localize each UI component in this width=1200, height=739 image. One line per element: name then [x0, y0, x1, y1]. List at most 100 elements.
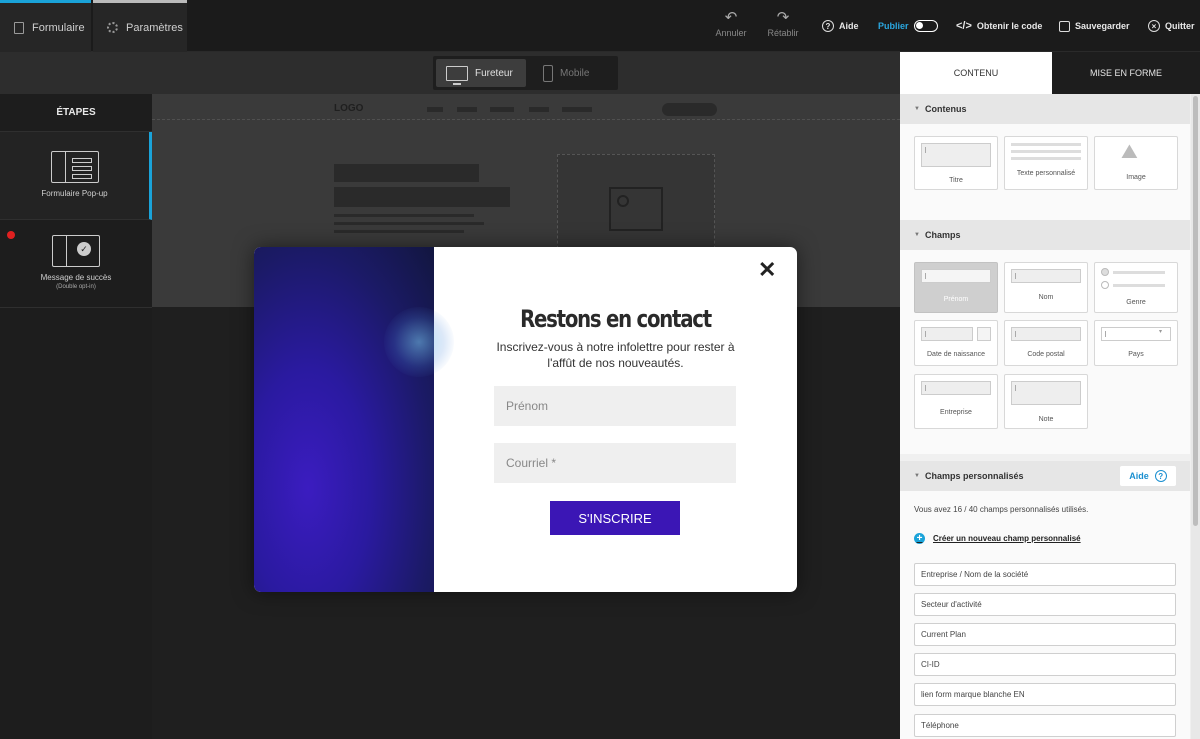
- ghost-nav-link: [529, 107, 549, 112]
- subscribe-button[interactable]: S'INSCRIRE: [550, 501, 680, 535]
- get-code-button[interactable]: </> Obtenir le code: [956, 0, 1042, 52]
- custom-field-item[interactable]: CI-ID: [914, 653, 1176, 676]
- tile-nom-label: Nom: [1038, 294, 1054, 301]
- warning-dot: [7, 231, 15, 239]
- tab-parametres-label: Paramètres: [126, 21, 183, 34]
- create-custom-field-link[interactable]: + Créer un nouveau champ personnalisé: [914, 533, 1081, 544]
- phone-icon: [543, 64, 553, 82]
- tile-nom[interactable]: Nom: [1004, 262, 1088, 313]
- ghost-nav: [152, 100, 900, 120]
- tile-entreprise-label: Entreprise: [940, 409, 972, 416]
- tab-mise-en-forme[interactable]: MISE EN FORME: [1052, 52, 1200, 94]
- caret-down-icon: ▼: [914, 106, 920, 112]
- tile-code-postal[interactable]: Code postal: [1004, 320, 1088, 366]
- quit-button[interactable]: × Quitter: [1148, 0, 1195, 52]
- mobile-view-button[interactable]: Mobile: [533, 59, 599, 87]
- toggle-switch-icon[interactable]: [913, 20, 938, 32]
- device-switcher-bar: Fureteur Mobile: [0, 52, 900, 94]
- tile-pays[interactable]: ▾ Pays: [1094, 320, 1178, 366]
- tile-note-label: Note: [1038, 416, 1054, 423]
- save-button[interactable]: Sauvegarder: [1059, 0, 1130, 52]
- firstname-input[interactable]: Prénom: [494, 386, 736, 426]
- popup-gradient-image: [254, 247, 454, 592]
- help-label: Aide: [839, 21, 859, 31]
- step-popup-form-label: Formulaire Pop-up: [41, 189, 108, 199]
- tile-prenom-label: Prénom: [943, 296, 969, 303]
- undo-arrow-icon: ↶: [724, 9, 738, 26]
- radio-line: [1113, 284, 1165, 287]
- custom-field-item[interactable]: lien form marque blanche EN: [914, 683, 1176, 706]
- tile-genre[interactable]: Genre: [1094, 262, 1178, 313]
- tile-date-naissance[interactable]: Date de naissance: [914, 320, 998, 366]
- ghost-nav-button: [662, 103, 717, 116]
- section-custom-fields-header[interactable]: ▼ Champs personnalisés Aide ?: [900, 461, 1190, 491]
- tab-formulaire[interactable]: Formulaire: [0, 0, 91, 52]
- tile-texte-label: Texte personnalisé: [1016, 170, 1076, 177]
- radio-icon: [1101, 281, 1109, 289]
- create-custom-field-label: Créer un nouveau champ personnalisé: [933, 534, 1081, 543]
- tile-prenom[interactable]: Prénom: [914, 262, 998, 313]
- tab-parametres[interactable]: Paramètres: [93, 0, 187, 52]
- question-circle-icon: ?: [1154, 470, 1167, 482]
- step-popup-form[interactable]: Formulaire Pop-up: [0, 132, 152, 220]
- tab-contenu[interactable]: CONTENU: [900, 52, 1052, 94]
- monitor-icon: [446, 65, 468, 85]
- email-input[interactable]: Courriel *: [494, 443, 736, 483]
- tile-texte-personnalise[interactable]: Texte personnalisé: [1004, 136, 1088, 190]
- section-contenus-header[interactable]: ▼ Contenus: [900, 94, 1190, 124]
- textarea-field-icon: [1011, 381, 1081, 405]
- section-champs-header[interactable]: ▼ Champs: [900, 220, 1190, 250]
- floppy-disk-icon: [1059, 20, 1070, 32]
- section-contenus-body: Titre Texte personnalisé ⛰ Image: [900, 124, 1190, 220]
- step-success-title: Message de succès: [40, 273, 112, 283]
- tile-date-label: Date de naissance: [927, 351, 985, 358]
- undo-button[interactable]: ↶ Annuler: [711, 8, 751, 38]
- redo-button[interactable]: ↷ Rétablir: [763, 8, 803, 38]
- custom-fields-help-button[interactable]: Aide ?: [1120, 466, 1176, 486]
- steps-sidebar: ÉTAPES Formulaire Pop-up ✓ Message de su…: [0, 94, 152, 739]
- title-block-icon: [921, 143, 991, 167]
- save-label: Sauvegarder: [1075, 21, 1130, 31]
- tile-image[interactable]: ⛰ Image: [1094, 136, 1178, 190]
- tile-entreprise[interactable]: Entreprise: [914, 374, 998, 429]
- properties-panel: CONTENU MISE EN FORME ▼ Contenus Titre T…: [900, 52, 1200, 739]
- step-success-message[interactable]: ✓ Message de succès (Double opt-in): [0, 220, 152, 308]
- gear-icon: [107, 22, 118, 33]
- tile-titre[interactable]: Titre: [914, 136, 998, 190]
- custom-field-item[interactable]: Téléphone: [914, 714, 1176, 737]
- ghost-text-line: [334, 214, 474, 217]
- steps-title: ÉTAPES: [0, 94, 152, 132]
- desktop-view-button[interactable]: Fureteur: [436, 59, 526, 87]
- popup-title: Restons en contact: [520, 305, 712, 333]
- panel-tabs: CONTENU MISE EN FORME: [900, 52, 1200, 94]
- close-circle-icon: ×: [1148, 20, 1160, 32]
- custom-field-item[interactable]: Entreprise / Nom de la société: [914, 563, 1176, 586]
- custom-field-item[interactable]: Current Plan: [914, 623, 1176, 646]
- section-champs-title: Champs: [924, 230, 961, 240]
- tile-note[interactable]: Note: [1004, 374, 1088, 429]
- publish-toggle[interactable]: Publier: [878, 0, 938, 52]
- document-icon: [14, 21, 24, 34]
- input-field-icon: [1011, 269, 1081, 283]
- custom-field-item[interactable]: Secteur d'activité: [914, 593, 1176, 616]
- section-custom-fields-body: Vous avez 16 / 40 champs personnalisés u…: [900, 491, 1190, 739]
- close-icon[interactable]: ✕: [758, 259, 776, 281]
- panel-scrollbar-thumb[interactable]: [1193, 96, 1198, 526]
- success-message-thumbnail-icon: ✓: [52, 235, 100, 268]
- popup-subtitle: Inscrivez-vous à notre infolettre pour r…: [496, 340, 735, 371]
- tile-code-postal-label: Code postal: [1027, 351, 1065, 358]
- help-button[interactable]: ? Aide: [822, 0, 859, 52]
- tab-formulaire-label: Formulaire: [32, 21, 85, 34]
- device-switcher: Fureteur Mobile: [433, 56, 618, 90]
- desktop-label: Fureteur: [475, 67, 513, 79]
- popup-form-thumbnail-icon: [50, 151, 99, 184]
- image-icon: ⛰: [1121, 141, 1138, 163]
- custom-fields-usage: Vous avez 16 / 40 champs personnalisés u…: [914, 505, 1089, 514]
- quit-label: Quitter: [1165, 21, 1195, 31]
- redo-arrow-icon: ↷: [776, 9, 790, 26]
- question-circle-icon: ?: [822, 20, 834, 32]
- popup-preview[interactable]: ✕ Restons en contact Inscrivez-vous à no…: [254, 247, 797, 592]
- ghost-heading: [334, 187, 510, 207]
- check-circle-icon: ✓: [77, 242, 91, 257]
- chevron-down-icon: ▾: [1159, 329, 1163, 335]
